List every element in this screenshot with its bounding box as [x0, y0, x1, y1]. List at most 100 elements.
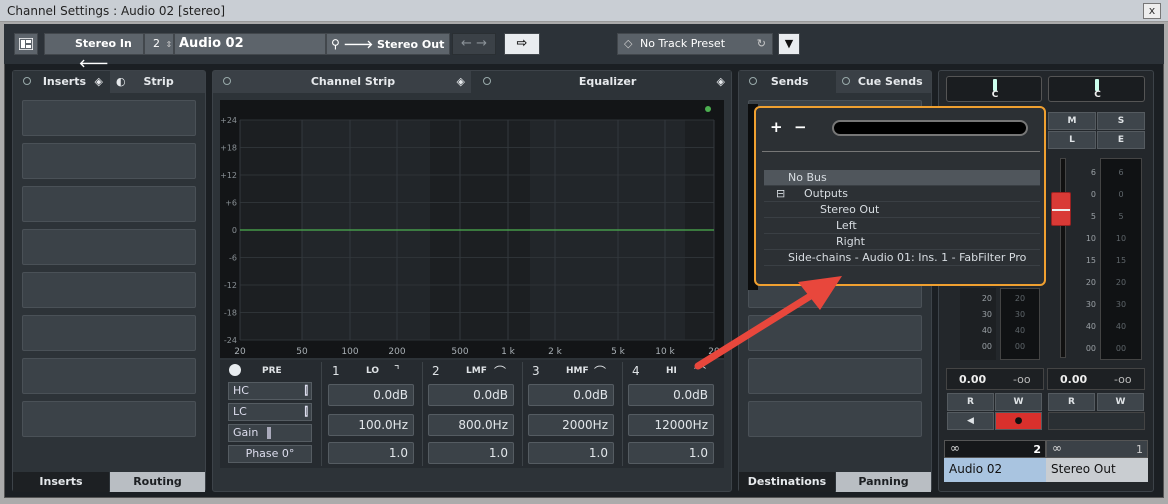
bus-list-item[interactable]: Left — [764, 218, 1040, 234]
gain-slider-handle[interactable] — [267, 427, 271, 439]
tab-destinations-bottom[interactable]: Destinations — [739, 472, 835, 492]
channel-name-right[interactable]: Stereo Out — [1046, 458, 1148, 482]
filter-shape-icon[interactable]: ⌒ — [594, 363, 606, 380]
eq-y-label: +6 — [225, 199, 237, 208]
band-frequency-field[interactable]: 2000Hz — [528, 414, 614, 436]
read-button-right[interactable]: R — [1048, 393, 1095, 411]
bus-list-item[interactable]: Stereo Out — [764, 202, 1040, 218]
channel-link-left[interactable]: ∞ 2 — [944, 440, 1046, 458]
eq-graph[interactable]: +24 +18 +12 +6 0 -6 -12 -18 -24 20 50 100 200 500 1 k 2… — [220, 100, 724, 358]
tab-channel-strip[interactable]: Channel Strip ◈ — [213, 71, 471, 93]
band-frequency-field[interactable]: 800.0Hz — [428, 414, 514, 436]
volume-fader-handle[interactable] — [1051, 192, 1071, 226]
insert-slot[interactable] — [22, 315, 196, 351]
volume-readout-right[interactable]: 0.00 -oo — [1047, 368, 1145, 390]
tab-strip[interactable]: ◐ Strip — [110, 71, 205, 93]
monitor-button[interactable]: ◀ — [947, 412, 994, 430]
diamond-icon: ◈ — [94, 75, 103, 88]
band-gain-field[interactable]: 0.0dB — [628, 384, 714, 406]
preset-menu-button[interactable]: ▼ — [778, 33, 800, 55]
band-frequency-field[interactable]: 12000Hz — [628, 414, 714, 436]
power-dot-icon[interactable] — [23, 77, 31, 85]
band-gain-field[interactable]: 0.0dB — [328, 384, 414, 406]
bus-list-item[interactable]: No Bus — [764, 170, 1040, 186]
insert-slot[interactable] — [22, 401, 196, 437]
hc-button[interactable]: HC ⫿ — [228, 382, 312, 400]
channel-name-left[interactable]: Audio 02 — [944, 458, 1046, 482]
phase-button[interactable]: Phase 0° — [228, 445, 312, 463]
insert-slot[interactable] — [22, 229, 196, 265]
close-button[interactable]: x — [1143, 3, 1161, 19]
tab-panning-bottom[interactable]: Panning — [836, 472, 931, 492]
tab-equalizer[interactable]: Equalizer ◈ — [473, 71, 731, 93]
reload-icon[interactable]: ↻ — [757, 34, 766, 54]
insert-slot[interactable] — [22, 272, 196, 308]
bus-search-input[interactable] — [832, 120, 1028, 136]
insert-slot[interactable] — [22, 100, 196, 136]
link-icon: ∞ — [950, 441, 960, 455]
pan-left-control[interactable]: C — [946, 76, 1042, 102]
edit-instrument-button[interactable]: ⇨ — [504, 33, 540, 55]
listen-button[interactable]: L — [1048, 131, 1096, 149]
power-dot-icon[interactable] — [749, 77, 757, 85]
fader-track[interactable] — [1060, 158, 1066, 358]
band-frequency-field[interactable]: 100.0Hz — [328, 414, 414, 436]
power-dot-icon[interactable] — [842, 77, 850, 85]
channel-name-field[interactable]: Audio 02 — [174, 33, 326, 55]
pan-right-control[interactable]: C — [1048, 76, 1145, 102]
filter-shape-icon[interactable]: ⌝ — [394, 363, 400, 377]
band-q-field[interactable]: 1.0 — [528, 442, 614, 464]
filter-shape-icon[interactable]: ⌒ — [494, 363, 506, 380]
layout-toggle-button[interactable] — [14, 33, 38, 55]
bus-list-item[interactable]: Right — [764, 234, 1040, 250]
collapse-icon[interactable]: ⊟ — [776, 186, 785, 202]
tab-sends[interactable]: Sends — [739, 71, 835, 93]
output-routing-button[interactable]: ⚲ 🡒 Stereo Out — [326, 33, 450, 55]
remove-bus-button[interactable]: − — [794, 118, 807, 136]
read-button-left[interactable]: R — [947, 393, 994, 411]
record-enable-button[interactable]: ● — [995, 412, 1042, 430]
insert-slot[interactable] — [22, 358, 196, 394]
track-preset-label: No Track Preset — [639, 37, 726, 50]
left-meter-label: 30 — [1014, 310, 1026, 319]
band-q-field[interactable]: 1.0 — [628, 442, 714, 464]
tab-inserts[interactable]: Inserts ◈ — [13, 71, 109, 93]
tab-inserts-bottom[interactable]: Inserts — [13, 472, 109, 492]
eq-display[interactable]: +24 +18 +12 +6 0 -6 -12 -18 -24 20 50 100 200 500 1 k 2… — [220, 100, 724, 358]
bus-list-item[interactable]: ⊟ Outputs — [764, 186, 1040, 202]
export-icon: ⇨ — [516, 36, 528, 51]
arrow-shaft — [694, 286, 824, 370]
band-q-field[interactable]: 1.0 — [428, 442, 514, 464]
band-gain-field[interactable]: 0.0dB — [528, 384, 614, 406]
tab-cue-sends[interactable]: Cue Sends — [836, 71, 931, 93]
right-scale-label: 10 — [1085, 234, 1096, 243]
band-gain-field[interactable]: 0.0dB — [428, 384, 514, 406]
arrow-head — [798, 276, 842, 310]
add-bus-button[interactable]: + — [770, 118, 783, 136]
power-dot-icon[interactable] — [223, 77, 231, 85]
channel-number-field[interactable]: 2 ⇕ — [144, 33, 174, 55]
mute-button[interactable]: M — [1048, 112, 1096, 130]
nav-forward-icon[interactable]: → — [476, 36, 487, 51]
gain-slider[interactable]: Gain — [228, 424, 312, 442]
channel-link-right[interactable]: ∞ 1 — [1046, 440, 1148, 458]
nav-back-icon[interactable]: ← — [461, 36, 472, 51]
tab-routing-bottom[interactable]: Routing — [110, 472, 205, 492]
solo-button[interactable]: S — [1097, 112, 1145, 130]
band-q-field[interactable]: 1.0 — [328, 442, 414, 464]
eq-power-icon[interactable] — [229, 364, 241, 376]
insert-slot[interactable] — [22, 143, 196, 179]
power-dot-icon[interactable] — [483, 77, 491, 85]
navigate-back-forward[interactable]: ← → — [452, 33, 496, 55]
lc-button[interactable]: LC ⫿ — [228, 403, 312, 421]
send-slot[interactable] — [748, 401, 922, 437]
input-routing-button[interactable]: Stereo In 🡐 — [44, 33, 144, 70]
write-button-left[interactable]: W — [995, 393, 1042, 411]
right-meter-label: 5 — [1118, 212, 1124, 221]
edit-channel-button[interactable]: E — [1097, 131, 1145, 149]
track-preset-field[interactable]: ◇ No Track Preset ↻ — [617, 33, 773, 55]
write-button-right[interactable]: W — [1097, 393, 1144, 411]
volume-readout-left[interactable]: 0.00 -oo — [946, 368, 1044, 390]
insert-slot[interactable] — [22, 186, 196, 222]
eq-y-label: +24 — [220, 116, 237, 125]
